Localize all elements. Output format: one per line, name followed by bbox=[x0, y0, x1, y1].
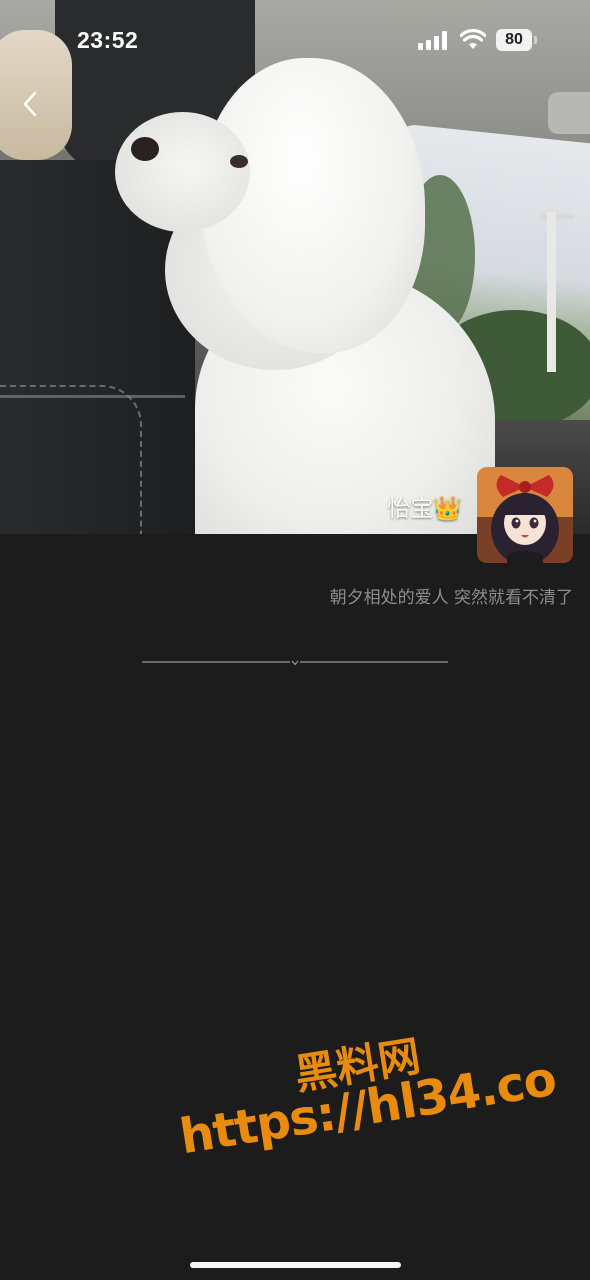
section-divider bbox=[142, 660, 448, 666]
wifi-icon bbox=[460, 29, 486, 49]
dog-eye bbox=[230, 155, 248, 168]
battery-icon: 80 bbox=[496, 29, 532, 51]
chevron-left-icon[interactable] bbox=[16, 88, 44, 120]
profile-signature: 朝夕相处的爱人 突然就看不清了 bbox=[329, 588, 573, 608]
home-indicator bbox=[190, 1262, 401, 1268]
cellular-signal-icon bbox=[418, 31, 448, 50]
cover-photo bbox=[0, 0, 590, 534]
avatar[interactable] bbox=[477, 467, 573, 563]
status-time: 23:52 bbox=[77, 27, 139, 53]
profile-nickname: 怡宝👑 bbox=[387, 496, 462, 522]
dog-nose bbox=[131, 137, 159, 161]
anime-girl-avatar-image bbox=[477, 467, 573, 563]
